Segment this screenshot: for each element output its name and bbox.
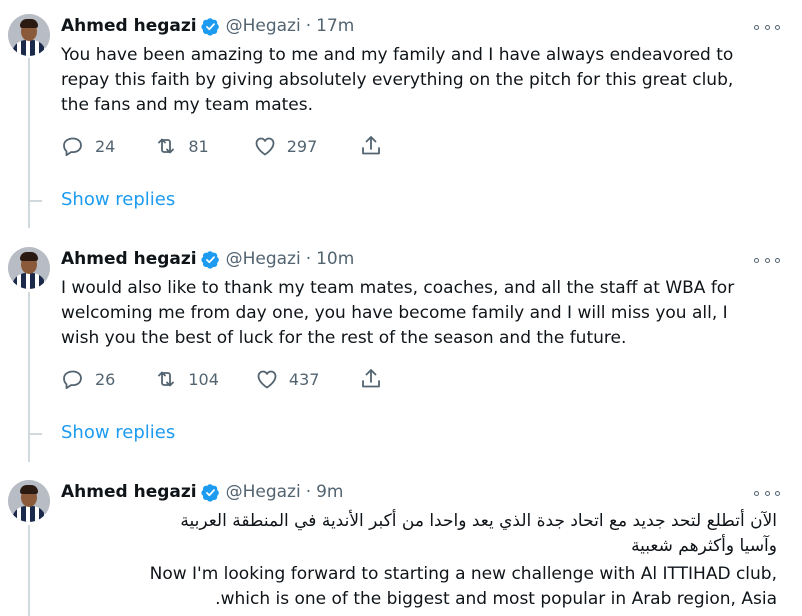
share-icon	[362, 136, 381, 155]
share-icon	[362, 369, 381, 388]
like-count: 297	[286, 136, 318, 156]
author-handle[interactable]: @Hegazi	[226, 249, 301, 269]
timestamp[interactable]: 9m	[316, 482, 343, 502]
tweet[interactable]: Ahmed hegazi @Hegazi · 10m I would also …	[0, 233, 802, 463]
heart-icon	[255, 137, 275, 156]
more-options-icon[interactable]	[754, 17, 780, 37]
tweet-text-line: welcoming me from day one, you have beco…	[61, 303, 728, 323]
more-options-icon[interactable]	[754, 250, 780, 270]
tweet-text-line: .which is one of the biggest and most po…	[215, 589, 777, 609]
separator-dot: ·	[305, 249, 312, 269]
timestamp[interactable]: 17m	[316, 16, 354, 36]
like-button[interactable]: 297	[253, 134, 318, 158]
verified-badge-icon	[200, 17, 219, 36]
avatar[interactable]	[8, 14, 50, 56]
reply-icon	[63, 137, 82, 156]
reply-button[interactable]: 24	[61, 134, 115, 158]
tweet-text-line: Now I'm looking forward to starting a ne…	[149, 564, 777, 584]
author-name[interactable]: Ahmed hegazi	[61, 482, 197, 502]
timestamp[interactable]: 10m	[316, 249, 354, 269]
retweet-button[interactable]: 81	[154, 134, 209, 158]
like-button[interactable]: 437	[255, 367, 320, 391]
reply-count: 24	[95, 136, 116, 156]
share-button[interactable]	[359, 134, 383, 158]
retweet-icon	[158, 371, 175, 387]
like-count: 437	[288, 369, 320, 389]
verified-badge-icon	[200, 483, 219, 502]
show-replies-link[interactable]: Show replies	[61, 422, 175, 443]
tweet[interactable]: Ahmed hegazi @Hegazi · 9m الآن أتطلع لتح…	[0, 466, 802, 616]
tweet-text-line: wish you the best of luck for the rest o…	[61, 328, 627, 348]
show-replies-link[interactable]: Show replies	[61, 189, 175, 210]
tweet-text-line: الآن أتطلع لتحد جديد مع اتحاد جدة الذي ي…	[180, 511, 777, 531]
tweet[interactable]: Ahmed hegazi @Hegazi · 17m You have been…	[0, 0, 802, 230]
retweet-count: 81	[188, 136, 209, 156]
avatar[interactable]	[8, 247, 50, 289]
verified-badge-icon	[200, 250, 219, 269]
share-button[interactable]	[359, 367, 383, 391]
author-name[interactable]: Ahmed hegazi	[61, 16, 197, 36]
separator-dot: ·	[305, 16, 312, 36]
tweet-text: You have been amazing to me and my famil…	[61, 43, 781, 118]
tweet-text-line: the fans and my team mates.	[61, 95, 314, 115]
tweet-text-arabic: الآن أتطلع لتحد جديد مع اتحاد جدة الذي ي…	[61, 509, 777, 559]
reply-button[interactable]: 26	[61, 367, 115, 391]
tweet-text-english: Now I'm looking forward to starting a ne…	[61, 562, 777, 612]
author-handle[interactable]: @Hegazi	[226, 482, 301, 502]
avatar[interactable]	[8, 480, 50, 522]
reply-count: 26	[95, 369, 116, 389]
author-name[interactable]: Ahmed hegazi	[61, 249, 197, 269]
more-options-icon[interactable]	[754, 483, 780, 503]
tweet-text-line: I would also like to thank my team mates…	[61, 278, 735, 298]
separator-dot: ·	[305, 482, 312, 502]
tweet-text-line: repay this faith by giving absolutely ev…	[61, 70, 734, 90]
retweet-count: 104	[188, 369, 219, 389]
retweet-button[interactable]: 104	[154, 367, 219, 391]
reply-icon	[63, 370, 82, 389]
tweet-text-line: وآسيا وأكثرهم شعبية	[631, 536, 777, 556]
tweet-text: I would also like to thank my team mates…	[61, 276, 781, 351]
tweet-text-line: You have been amazing to me and my famil…	[61, 45, 734, 65]
author-handle[interactable]: @Hegazi	[226, 16, 301, 36]
heart-icon	[257, 370, 277, 389]
retweet-icon	[158, 138, 175, 154]
